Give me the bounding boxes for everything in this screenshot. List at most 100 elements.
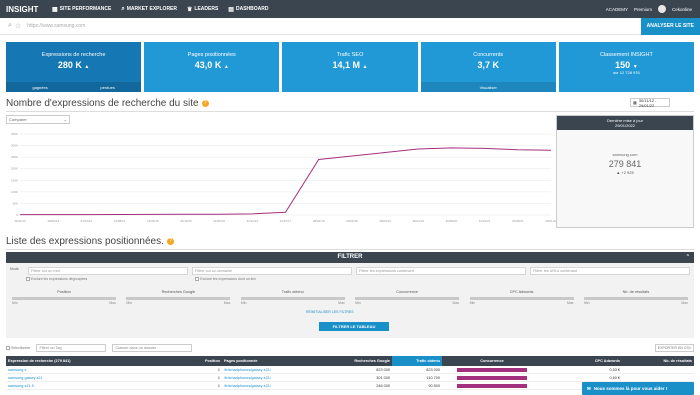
slider-cpc[interactable]: CPC Adwords Min Max <box>469 290 574 305</box>
slider-position[interactable]: Position Min Max <box>12 290 116 305</box>
filter-word-input[interactable]: Filtrer sur un mot <box>28 267 188 275</box>
y-tick-label: 200K <box>11 167 18 171</box>
chevron-up-icon: ⌃ <box>685 254 690 260</box>
filter-domain-input[interactable]: Filtrer sur un domaine <box>192 267 352 275</box>
trophy-icon: ♛ <box>187 6 193 13</box>
divider <box>6 249 694 250</box>
exclude-degrouped-checkbox[interactable]: Exclure les expressions dégroupées <box>26 277 87 281</box>
kpi-lost[interactable]: perdues <box>100 85 114 90</box>
search-icon: ⌕ <box>8 22 12 29</box>
slider-searches[interactable]: Recherches Google Min Max <box>126 290 231 305</box>
y-tick-label: 50K <box>13 201 18 205</box>
section-title-positioned: Liste des expressions positionnées.? <box>6 236 174 247</box>
competition-bar <box>457 367 527 372</box>
kpi-traffic[interactable]: Trafic SEO 14,1 M ▲ <box>282 42 418 92</box>
y-tick-label: 350K <box>11 132 18 136</box>
analyse-site-button[interactable]: ANALYSER LE SITE <box>640 17 700 35</box>
y-tick-label: 300K <box>11 144 18 148</box>
x-tick-label: 31/01/14 <box>81 219 93 223</box>
nav-academy[interactable]: ACADEMY <box>606 7 628 12</box>
x-tick-label: 31/03/15 <box>147 219 159 223</box>
nav-market-explorer[interactable]: ⌕ MARKET EXPLORER <box>121 6 177 13</box>
y-tick-label: 250K <box>11 155 18 159</box>
table-row: samsung galaxy s21 1 /fr/smartphones/gal… <box>6 374 694 382</box>
user-name[interactable]: Cekonline <box>672 7 692 12</box>
x-tick-label: 31/05/16 <box>213 219 225 223</box>
latest-update-box: Dernière mise à jour 29/01/2022 samsung.c… <box>556 115 694 228</box>
x-tick-label: 30/06/13 <box>47 219 59 223</box>
x-tick-label: 30/09/18 <box>346 219 358 223</box>
chat-help-button[interactable]: ✉ Nous sommes là pour vous aider ! <box>582 382 694 395</box>
x-tick-label: 31/12/16 <box>246 219 258 223</box>
col-position[interactable]: Position <box>142 359 222 363</box>
section-title-expressions: Nombre d'expressions de recherche du sit… <box>6 98 209 109</box>
series-line-samsung.com[interactable] <box>19 147 552 216</box>
nav-site-performance[interactable]: ▦ SITE PERFORMANCE <box>52 6 111 13</box>
select-all-checkbox[interactable]: Sélectionner <box>6 346 30 350</box>
x-tick-label: 31/08/14 <box>114 219 126 223</box>
line-chart: 0 50K 100K 150K 200K 250K 300K 350K 30/11/12 30/0… <box>11 132 557 223</box>
competition-bar <box>457 383 527 388</box>
export-csv-button[interactable]: EXPORTER EN CSV <box>654 344 694 352</box>
col-results[interactable]: Nb. de résultats <box>622 359 694 363</box>
filter-panel: Mode Filtrer sur un mot Filtrer sur un d… <box>6 263 694 338</box>
kpi-gained[interactable]: gagnées <box>32 85 47 90</box>
calendar-icon: ▦ <box>633 100 637 105</box>
folder-select[interactable]: Classer dans un dossier <box>112 344 193 352</box>
bar-chart-icon: ▦ <box>52 6 58 13</box>
chevron-down-icon: ⌄ <box>63 117 67 122</box>
filter-header[interactable]: FILTRER ⌃ <box>6 252 694 263</box>
slider-competition[interactable]: Concurrence Min Max <box>355 290 460 305</box>
kpi-row: Expressions de recherche 280 K ▲ gagnées… <box>6 42 695 92</box>
kpi-pages[interactable]: Pages positionnées 43,0 K ▲ <box>144 42 280 92</box>
x-tick-label: 30/11/12 <box>14 219 26 223</box>
col-page[interactable]: Pages positionnée <box>222 359 312 363</box>
grid-icon: ▤ <box>228 6 234 13</box>
y-tick-label: 100K <box>11 190 18 194</box>
date-range-picker[interactable]: ▦ 30/11/12 - 29/01/22 <box>630 98 670 108</box>
x-tick-label: 31/10/15 <box>180 219 192 223</box>
competition-bar <box>457 375 527 380</box>
user-avatar-icon[interactable] <box>657 5 666 13</box>
x-tick-label: 31/01/21 <box>479 219 491 223</box>
search-icon: ⌕ <box>121 5 125 12</box>
filter-expressions-input[interactable]: Filtrer les expressions contenant <box>356 267 526 275</box>
kpi-ranking[interactable]: Classement INSIGHT 150 ▼ sur 12 728 976 <box>558 42 695 92</box>
divider <box>6 111 694 112</box>
x-tick-label: 31/08/21 <box>512 219 524 223</box>
col-expression[interactable]: Expression de recherche (279 841) <box>6 359 142 363</box>
chat-icon: ✉ <box>587 385 591 391</box>
kpi-competitors[interactable]: Concurrents 3,7 K Visualiser <box>420 42 556 92</box>
col-traffic[interactable]: Trafic obtenu <box>392 356 442 366</box>
help-icon[interactable]: ? <box>201 99 209 107</box>
nav-premium[interactable]: Premium <box>634 7 652 12</box>
x-tick-label: 30/04/19 <box>379 219 391 223</box>
star-icon[interactable]: ☆ <box>15 22 21 30</box>
y-tick-label: 150K <box>11 178 18 182</box>
col-competition[interactable]: Concurrence <box>442 359 542 363</box>
col-searches[interactable]: Recherches Google <box>312 359 392 363</box>
range-sliders: Position Min Max Recherches Google Min Max T… <box>12 290 688 305</box>
slider-results[interactable]: Nb. de résultats Min Max <box>583 290 688 305</box>
col-cpc[interactable]: CPC Adwords <box>542 359 622 363</box>
help-icon[interactable]: ? <box>166 237 174 245</box>
reset-filters-link[interactable]: RÉINITIALISER LES FILTRES <box>306 310 354 314</box>
tag-select[interactable]: Filtrer un Tag <box>36 344 107 352</box>
expressions-chart: 0 50K 100K 150K 200K 250K 300K 350K 30/11/12 30/0… <box>6 130 557 225</box>
x-tick-label: 30/11/19 <box>413 219 425 223</box>
table-header: Expression de recherche (279 841) Positi… <box>6 356 694 366</box>
brand-logo[interactable]: INSIGHT <box>0 5 52 14</box>
exclude-link-checkbox[interactable]: Exclure les expressions dont un lien <box>195 277 256 281</box>
apply-filter-button[interactable]: FILTRER LE TABLEAU <box>319 322 389 331</box>
x-tick-label: 30/06/20 <box>446 219 458 223</box>
compare-select[interactable]: Comparer ⌄ <box>6 115 70 124</box>
slider-traffic[interactable]: Trafic obtenu Min Max <box>240 290 345 305</box>
x-tick-label: 28/02/18 <box>313 219 325 223</box>
filter-urls-input[interactable]: Filtrer les URLs contenant <box>530 267 690 275</box>
nav-dashboard[interactable]: ▤ DASHBOARD <box>228 6 268 13</box>
table-row: samsung s 1 /fr/smartphones/galaxy-s21/ … <box>6 366 694 374</box>
url-input[interactable]: https://www.samsung.com <box>27 23 85 29</box>
kpi-expressions[interactable]: Expressions de recherche 280 K ▲ gagnées… <box>6 42 142 92</box>
table-toolbar: Sélectionner Filtrer un Tag Classer dans… <box>6 343 694 353</box>
nav-leaders[interactable]: ♛ LEADERS <box>187 6 218 13</box>
